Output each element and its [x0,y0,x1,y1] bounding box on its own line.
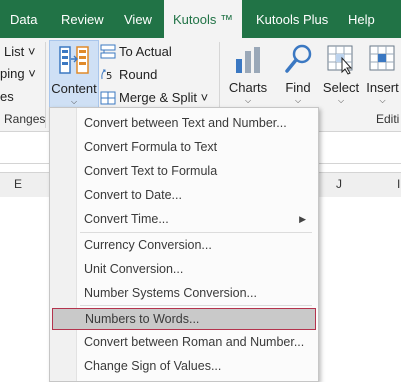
content-label: Content [51,81,97,96]
content-button[interactable]: Content ⌵ [49,40,99,108]
column-header-j[interactable]: J [336,177,342,191]
menu-item-convert-text-number[interactable]: Convert between Text and Number... [52,112,314,134]
menu-item-change-sign-of-values[interactable]: Change Sign of Values... [52,355,314,377]
content-dropdown-menu: Convert between Text and Number... Conve… [49,107,319,382]
chevron-down-icon: ⌵ [244,96,252,105]
insert-button[interactable]: Insert ⌵ [364,40,401,108]
select-icon [327,45,353,75]
round-button[interactable]: 5 Round [100,65,210,85]
find-button[interactable]: Find ⌵ [278,40,318,108]
tab-help[interactable]: Help [348,0,375,38]
tab-kutools-plus[interactable]: Kutools Plus [256,0,328,38]
menu-separator [80,232,312,233]
to-actual-icon [100,44,116,59]
ribbon-ping-button[interactable]: ping ˅ [0,66,36,81]
chevron-down-icon: ⌵ [379,96,386,105]
chevron-down-icon: ⌵ [70,97,78,106]
ribbon-tab-bar: Data Review View Kutools ™ Kutools Plus … [0,0,401,38]
menu-separator [80,305,312,306]
search-icon [285,44,312,73]
menu-item-currency-conversion[interactable]: Currency Conversion... [52,234,314,256]
svg-text:5: 5 [106,71,112,82]
to-actual-label: To Actual [119,44,172,59]
chevron-right-icon: ▶ [299,214,306,224]
insert-icon [369,45,395,71]
column-header-i[interactable]: I [397,177,400,191]
charts-button[interactable]: Charts ⌵ [226,40,270,108]
group-label-editing: Editi [376,112,400,126]
tab-data[interactable]: Data [10,0,37,38]
find-label: Find [285,80,311,95]
menu-item-number-systems-conversion[interactable]: Number Systems Conversion... [52,282,314,304]
menu-item-convert-roman-number[interactable]: Convert between Roman and Number... [52,331,314,353]
content-icon [59,46,89,74]
menu-item-numbers-to-words[interactable]: Numbers to Words... [52,308,316,330]
tab-view[interactable]: View [124,0,152,38]
chevron-down-icon: ⌵ [337,96,345,105]
merge-split-label: Merge & Split ˅ [119,90,209,105]
bar-chart-icon [236,47,260,73]
merge-split-icon [100,91,116,105]
menu-item-convert-time[interactable]: Convert Time... ▶ [52,208,314,230]
ribbon-list-button[interactable]: List ˅ [4,44,35,59]
select-label: Select [322,80,360,95]
charts-label: Charts [228,80,268,95]
menu-item-convert-formula-to-text[interactable]: Convert Formula to Text [52,136,314,158]
ribbon-es-button[interactable]: es [0,89,14,104]
tab-kutools[interactable]: Kutools ™ [164,0,242,38]
menu-item-convert-to-date[interactable]: Convert to Date... [52,184,314,206]
menu-item-convert-text-to-formula[interactable]: Convert Text to Formula [52,160,314,182]
to-actual-button[interactable]: To Actual [100,42,210,62]
tab-review[interactable]: Review [61,0,104,38]
round-label: Round [119,67,158,82]
merge-split-button[interactable]: Merge & Split ˅ [100,88,212,108]
select-button[interactable]: Select ⌵ [320,40,362,108]
menu-item-unit-conversion[interactable]: Unit Conversion... [52,258,314,280]
column-header-e[interactable]: E [14,177,22,191]
chevron-down-icon: ⌵ [294,96,302,105]
round-icon: 5 [101,69,112,82]
insert-label: Insert [366,80,399,95]
